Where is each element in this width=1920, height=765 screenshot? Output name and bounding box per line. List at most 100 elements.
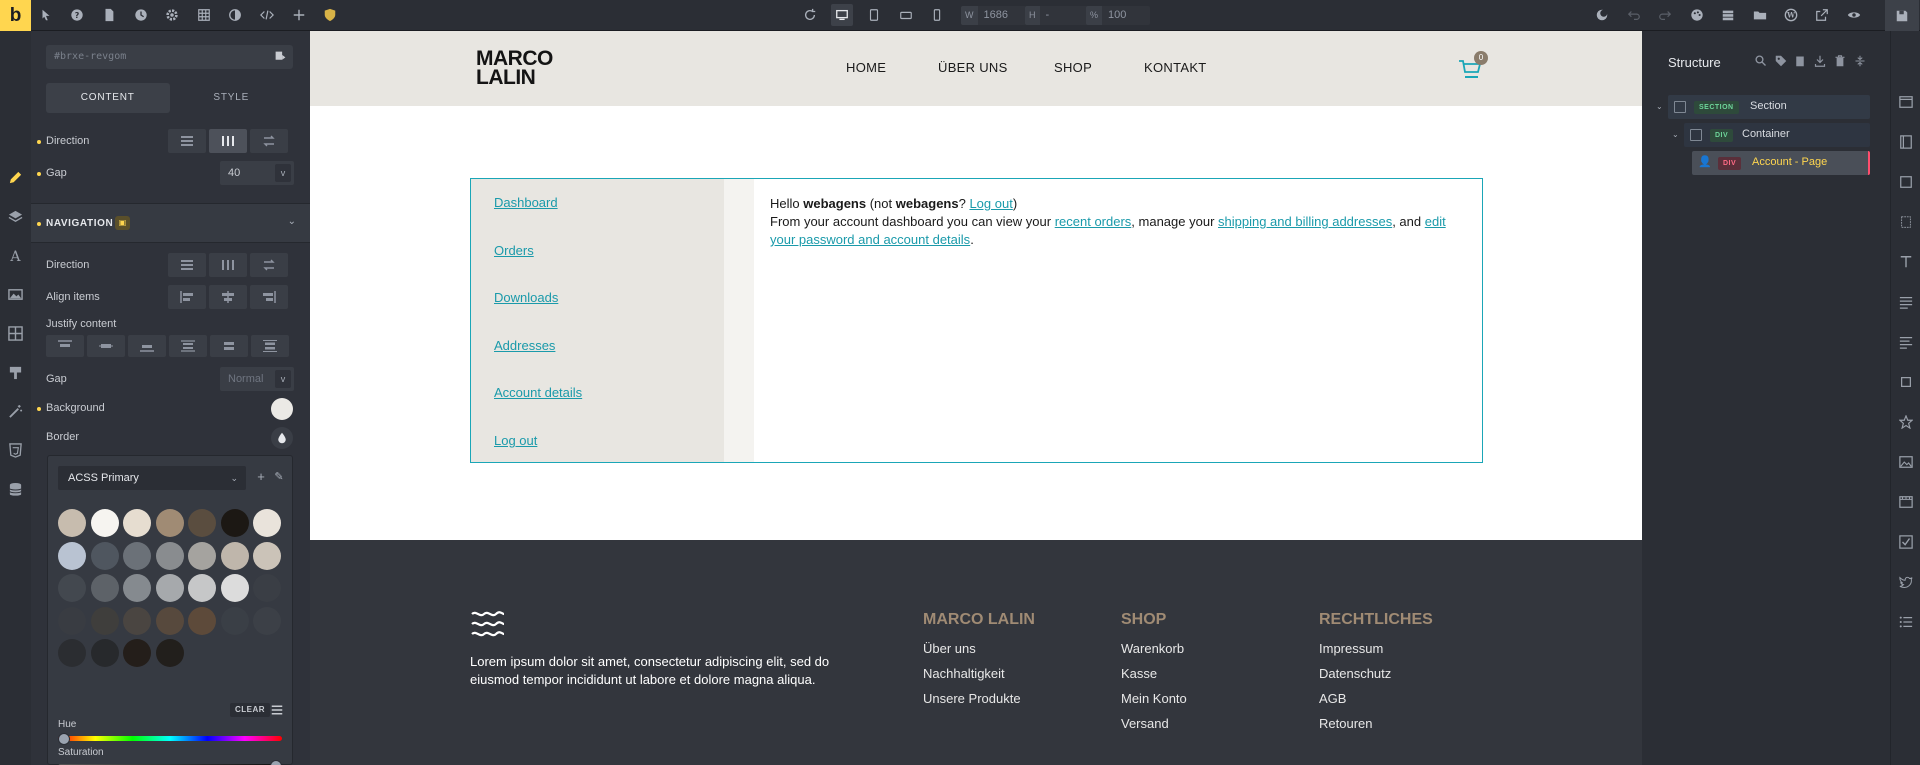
nav-link-shop[interactable]: SHOP (1054, 60, 1092, 75)
checkbox-element-icon[interactable] (1899, 535, 1913, 549)
footer-link[interactable]: Versand (1121, 716, 1187, 731)
block-element-icon[interactable] (1899, 175, 1913, 189)
palette-icon[interactable] (1688, 6, 1706, 24)
structure-item-container[interactable]: ⌄ DIV Container (1672, 123, 1870, 147)
footer-link[interactable]: AGB (1319, 691, 1433, 706)
account-nav-details[interactable]: Account details (494, 385, 582, 400)
palette-select[interactable]: ACSS Primary ⌄ (58, 466, 246, 490)
collapse-icon[interactable] (1854, 55, 1866, 67)
layers-stack-icon[interactable] (1719, 6, 1737, 24)
color-swatch[interactable] (155, 574, 184, 602)
hue-slider[interactable] (58, 736, 282, 741)
clear-color-button[interactable]: CLEAR (230, 703, 271, 717)
chevron-down-icon[interactable]: ⌄ (1656, 102, 1663, 111)
color-swatch[interactable] (123, 509, 151, 537)
video-element-icon[interactable] (1899, 495, 1913, 509)
canvas-zoom-field[interactable]: % 100 (1086, 6, 1151, 25)
button-element-icon[interactable] (1899, 375, 1913, 389)
magic-wand-icon[interactable] (6, 402, 25, 421)
help-icon[interactable]: ? (68, 6, 86, 24)
footer-link[interactable]: Datenschutz (1319, 666, 1433, 681)
color-swatch[interactable] (220, 606, 249, 635)
direction-column-button[interactable] (168, 129, 206, 153)
image-icon[interactable] (6, 285, 25, 304)
justify-start-button[interactable] (46, 335, 84, 357)
structure-item-section[interactable]: ⌄ SECTION Section (1656, 95, 1870, 119)
saturation-slider-handle[interactable] (270, 760, 282, 765)
color-swatch[interactable] (123, 541, 151, 570)
color-swatch[interactable] (253, 509, 281, 537)
history-icon[interactable] (132, 6, 150, 24)
tag-icon[interactable] (1775, 55, 1787, 67)
copy-id-icon[interactable] (274, 50, 287, 63)
pointer-icon[interactable] (37, 6, 55, 24)
footer-link[interactable]: Impressum (1319, 641, 1433, 656)
folder-icon[interactable] (1751, 6, 1769, 24)
nav-link-ueber-uns[interactable]: ÜBER UNS (938, 60, 1008, 75)
search-icon[interactable] (1755, 55, 1767, 67)
contrast-icon[interactable] (226, 6, 244, 24)
canvas-width-field[interactable]: W 1686 (961, 6, 1026, 25)
layers-icon[interactable] (6, 207, 25, 226)
wordpress-icon[interactable]: W (1782, 6, 1800, 24)
color-swatch[interactable] (188, 574, 216, 602)
site-logo[interactable]: MARCO LALIN (476, 48, 553, 88)
color-swatch[interactable] (58, 606, 86, 635)
footer-link[interactable]: Warenkorb (1121, 641, 1187, 656)
color-swatch[interactable] (155, 509, 184, 537)
container-element-icon[interactable] (1899, 135, 1913, 149)
shield-badge-icon[interactable] (321, 6, 339, 24)
footer-link[interactable]: Retouren (1319, 716, 1433, 731)
footer-link[interactable]: Unsere Produkte (923, 691, 1035, 706)
tab-content[interactable]: CONTENT (46, 83, 170, 113)
css-icon[interactable] (6, 441, 25, 460)
justify-end-button[interactable] (128, 335, 166, 357)
trash-icon[interactable] (1834, 55, 1846, 67)
element-id-field[interactable]: #brxe-revgom (46, 45, 293, 69)
nav-direction-row-button[interactable] (209, 253, 247, 277)
hue-slider-handle[interactable] (58, 733, 70, 745)
color-swatch[interactable] (90, 606, 119, 635)
align-end-button[interactable] (250, 285, 288, 309)
color-swatch[interactable] (220, 574, 249, 602)
tablet-portrait-icon[interactable] (865, 6, 883, 24)
nav-link-home[interactable]: HOME (846, 60, 886, 75)
color-swatch[interactable] (253, 574, 281, 602)
pages-icon[interactable] (100, 6, 118, 24)
star-icon[interactable] (1898, 414, 1914, 430)
clipboard-icon[interactable] (1794, 55, 1806, 67)
bricks-logo[interactable]: b (0, 0, 31, 31)
database-icon[interactable] (6, 480, 25, 499)
zoom-value[interactable]: 100 (1102, 6, 1151, 25)
account-nav-addresses[interactable]: Addresses (494, 338, 555, 353)
align-start-button[interactable] (168, 285, 206, 309)
typography-icon[interactable]: A (6, 246, 25, 265)
navigation-section-header[interactable]: NAVIGATION ▣ ⌄ (31, 203, 310, 243)
color-swatch[interactable] (58, 541, 86, 570)
color-swatch[interactable] (155, 639, 184, 667)
tab-style[interactable]: STYLE (170, 83, 294, 113)
color-swatch[interactable] (123, 639, 151, 667)
account-nav-orders[interactable]: Orders (494, 243, 534, 258)
color-swatch[interactable] (253, 606, 281, 635)
color-swatch[interactable] (155, 606, 184, 635)
account-page-container[interactable]: Dashboard Orders Downloads Addresses Acc… (470, 178, 1483, 463)
footer-link[interactable]: Nachhaltigkeit (923, 666, 1035, 681)
account-nav-downloads[interactable]: Downloads (494, 290, 558, 305)
list-element-icon[interactable] (1899, 615, 1913, 629)
section-element-icon[interactable] (1899, 95, 1913, 109)
height-value[interactable]: - (1039, 6, 1088, 25)
div-element-icon[interactable] (1899, 215, 1913, 229)
color-swatch[interactable] (123, 606, 151, 635)
color-swatch[interactable] (58, 574, 86, 602)
footer-link[interactable]: Mein Konto (1121, 691, 1187, 706)
gap-unit-select[interactable]: v (275, 164, 291, 182)
list-view-icon[interactable] (271, 704, 283, 716)
logout-link[interactable]: Log out (969, 196, 1012, 211)
background-color-swatch[interactable] (271, 398, 293, 420)
twitter-icon[interactable] (1899, 575, 1913, 589)
chevron-down-icon[interactable]: ⌄ (1672, 130, 1679, 139)
reload-icon[interactable] (801, 6, 819, 24)
align-center-button[interactable] (209, 285, 247, 309)
color-swatch[interactable] (220, 541, 249, 570)
